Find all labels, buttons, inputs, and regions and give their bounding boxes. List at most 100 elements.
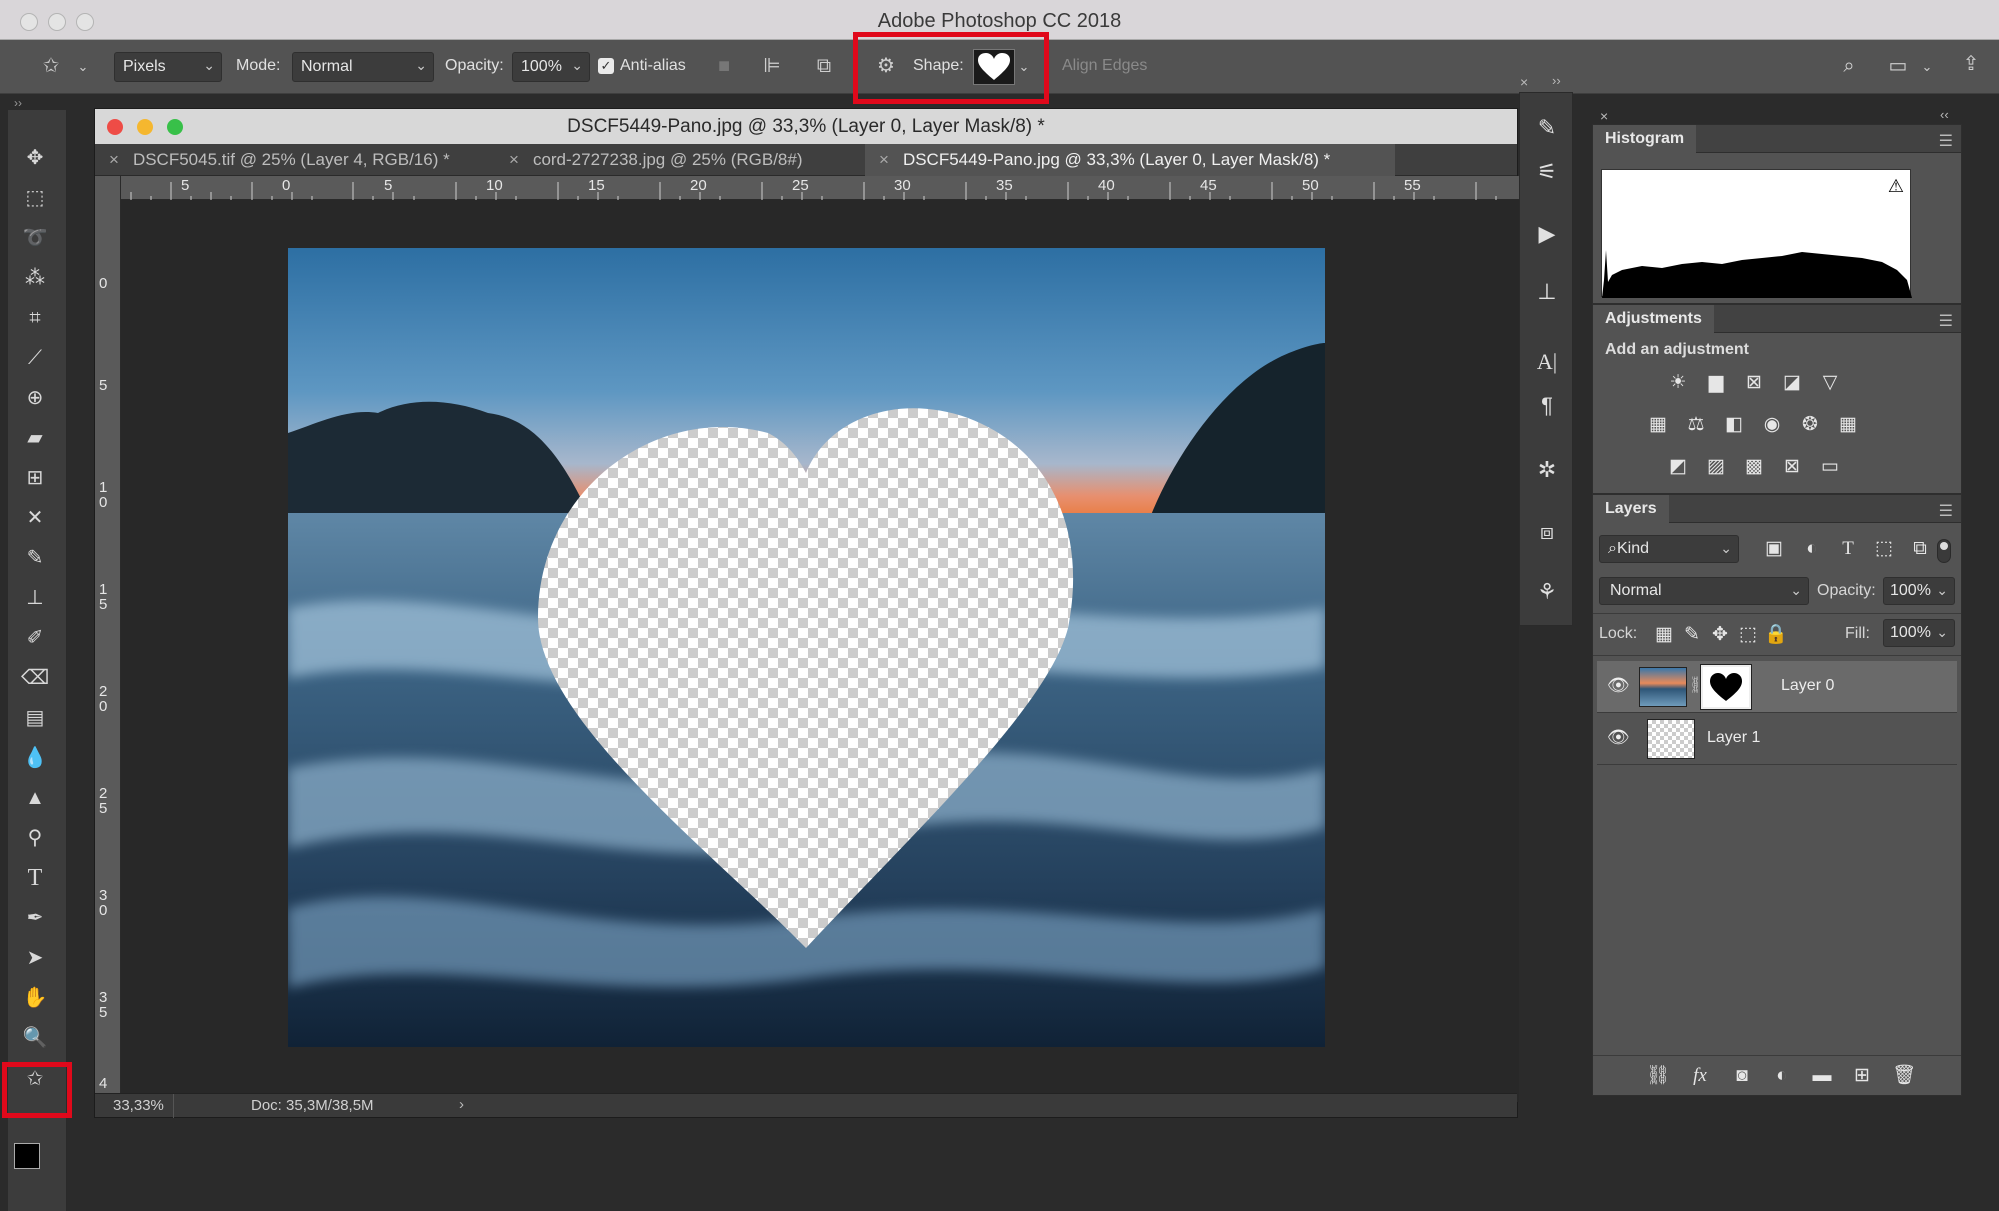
- new-adjustment-icon[interactable]: ◐: [1769, 1064, 1795, 1088]
- search-icon[interactable]: ⌕: [1836, 54, 1862, 78]
- channel-mixer-icon[interactable]: ❂: [1797, 413, 1823, 437]
- opacity-input[interactable]: 100% ⌄: [512, 52, 590, 82]
- filter-type-icon[interactable]: T: [1835, 537, 1861, 561]
- adjustments-tab[interactable]: Adjustments: [1593, 305, 1714, 333]
- lock-all-icon[interactable]: 🔒: [1763, 623, 1789, 647]
- healing-brush-tool-icon[interactable]: ⊕: [21, 384, 49, 412]
- collapse-tools-icon[interactable]: ››: [14, 96, 22, 110]
- close-icon[interactable]: ×: [109, 150, 119, 169]
- layer-row[interactable]: 👁 ⛓ Layer 0: [1597, 661, 1957, 713]
- filter-pixel-icon[interactable]: ▣: [1761, 537, 1787, 561]
- black-white-icon[interactable]: ◧: [1721, 413, 1747, 437]
- blur-tool-icon[interactable]: 💧: [21, 744, 49, 772]
- tool-mode-select[interactable]: Pixels ⌄: [114, 52, 222, 82]
- layer-thumbnail[interactable]: [1639, 667, 1687, 707]
- doc-close-button[interactable]: [107, 119, 123, 135]
- layer-mask-thumbnail[interactable]: [1700, 664, 1752, 710]
- warning-icon[interactable]: ⚠: [1888, 176, 1904, 197]
- layer-opacity-input[interactable]: 100% ⌄: [1883, 577, 1955, 605]
- zoom-tool-icon[interactable]: 🔍: [21, 1024, 49, 1052]
- actions-play-icon[interactable]: ▶: [1532, 219, 1562, 249]
- zoom-level[interactable]: 33,33%: [113, 1097, 164, 1114]
- invert-icon[interactable]: ◩: [1665, 455, 1691, 479]
- layer-thumbnail[interactable]: [1647, 719, 1695, 759]
- filter-shape-icon[interactable]: ⬚: [1871, 537, 1897, 561]
- move-tool-icon[interactable]: ✥: [21, 144, 49, 172]
- fx-icon[interactable]: fx: [1687, 1064, 1713, 1088]
- panel-menu-icon[interactable]: ☰: [1939, 311, 1953, 331]
- new-group-icon[interactable]: ▬: [1809, 1064, 1835, 1088]
- character-panel-icon[interactable]: A|: [1532, 347, 1562, 377]
- brush-settings-icon[interactable]: ✎: [1532, 113, 1562, 143]
- status-menu-chevron-icon[interactable]: ›: [459, 1096, 464, 1113]
- sharpen-tool-icon[interactable]: ▲: [21, 784, 49, 812]
- paragraph-panel-icon[interactable]: ¶: [1532, 391, 1562, 421]
- link-layers-icon[interactable]: ⛓: [1645, 1064, 1671, 1088]
- blend-mode-select[interactable]: Normal ⌄: [292, 52, 434, 82]
- filter-toggle[interactable]: [1937, 539, 1951, 563]
- lock-artboard-icon[interactable]: ⬚: [1735, 623, 1761, 647]
- tab-dscf5449[interactable]: × DSCF5449-Pano.jpg @ 33,3% (Layer 0, Lay…: [865, 144, 1395, 176]
- filter-adjustment-icon[interactable]: ◐: [1799, 537, 1825, 561]
- layer-filter-kind-select[interactable]: ⌕Kind ⌄: [1599, 535, 1739, 563]
- gradient-map-icon[interactable]: ▭: [1817, 455, 1843, 479]
- layer-name[interactable]: Layer 1: [1707, 729, 1760, 747]
- brightness-contrast-icon[interactable]: ☀: [1665, 371, 1691, 395]
- custom-shape-tool-icon[interactable]: ✩: [36, 54, 66, 78]
- eraser-tool-icon[interactable]: ⌫: [21, 664, 49, 692]
- exposure-icon[interactable]: ◪: [1779, 371, 1805, 395]
- patch-tool-icon[interactable]: ▰: [21, 424, 49, 452]
- 3d-panel-icon[interactable]: ⧈: [1532, 517, 1562, 547]
- collapse-strip-close-icon[interactable]: ×: [1520, 74, 1528, 90]
- selective-color-icon[interactable]: ⊠: [1779, 455, 1805, 479]
- hue-saturation-icon[interactable]: ▦: [1645, 413, 1671, 437]
- foreground-color-swatch[interactable]: [14, 1143, 40, 1169]
- clone-source-icon[interactable]: ⊥: [1532, 277, 1562, 307]
- histogram-tab[interactable]: Histogram: [1593, 125, 1697, 153]
- workspace-icon[interactable]: ▭: [1884, 54, 1912, 78]
- path-operations-icon[interactable]: ■: [712, 54, 736, 78]
- gradient-tool-icon[interactable]: ▤: [21, 704, 49, 732]
- layers-tab[interactable]: Layers: [1593, 495, 1669, 523]
- share-icon[interactable]: ⇪: [1958, 52, 1984, 76]
- doc-zoom-button[interactable]: [167, 119, 183, 135]
- path-selection-tool-icon[interactable]: ➤: [21, 944, 49, 972]
- type-tool-icon[interactable]: T: [21, 864, 49, 892]
- channels-icon[interactable]: ⚘: [1532, 577, 1562, 607]
- color-lookup-icon[interactable]: ▦: [1835, 413, 1861, 437]
- threshold-icon[interactable]: ▩: [1741, 455, 1767, 479]
- filter-smart-object-icon[interactable]: ⧉: [1907, 537, 1933, 561]
- eye-icon[interactable]: 👁: [1607, 675, 1630, 696]
- doc-minimize-button[interactable]: [137, 119, 153, 135]
- posterize-icon[interactable]: ▨: [1703, 455, 1729, 479]
- eyedropper-tool-icon[interactable]: ⟋: [21, 344, 49, 372]
- new-layer-icon[interactable]: ⊞: [1849, 1064, 1875, 1088]
- crop-tool-icon[interactable]: ⌗: [21, 304, 49, 332]
- dodge-tool-icon[interactable]: ⚲: [21, 824, 49, 852]
- trash-icon[interactable]: 🗑: [1891, 1064, 1917, 1088]
- hand-tool-icon[interactable]: ✋: [21, 984, 49, 1012]
- path-alignment-icon[interactable]: ⊫: [760, 54, 784, 78]
- brush-presets-icon[interactable]: ⚟: [1532, 157, 1562, 187]
- panel-menu-icon[interactable]: ☰: [1939, 131, 1953, 151]
- curves-icon[interactable]: ⊠: [1741, 371, 1767, 395]
- brush-tool-icon[interactable]: ✎: [21, 544, 49, 572]
- lock-transparent-icon[interactable]: ▦: [1651, 623, 1677, 647]
- antialias-checkbox[interactable]: ✓: [598, 58, 614, 74]
- close-icon[interactable]: ×: [509, 150, 519, 169]
- lock-image-icon[interactable]: ✎: [1679, 623, 1705, 647]
- vibrance-icon[interactable]: ▽: [1817, 371, 1843, 395]
- transform-tool-icon[interactable]: ⊞: [21, 464, 49, 492]
- panels-close-icon[interactable]: ×: [1600, 108, 1608, 124]
- puppet-warp-tool-icon[interactable]: ✕: [21, 504, 49, 532]
- tool-preset-chevron-icon[interactable]: ⌄: [76, 55, 90, 79]
- workspace-chevron-icon[interactable]: ⌄: [1920, 55, 1934, 79]
- navigator-icon[interactable]: ✲: [1532, 455, 1562, 485]
- photo-filter-icon[interactable]: ◉: [1759, 413, 1785, 437]
- layer-row[interactable]: 👁 Layer 1: [1597, 713, 1957, 765]
- pen-tool-icon[interactable]: ✒: [21, 904, 49, 932]
- history-brush-tool-icon[interactable]: ✐: [21, 624, 49, 652]
- tab-dscf5045[interactable]: × DSCF5045.tif @ 25% (Layer 4, RGB/16) *: [95, 144, 491, 176]
- layer-fill-input[interactable]: 100% ⌄: [1883, 619, 1955, 647]
- marquee-tool-icon[interactable]: ⬚: [21, 184, 49, 212]
